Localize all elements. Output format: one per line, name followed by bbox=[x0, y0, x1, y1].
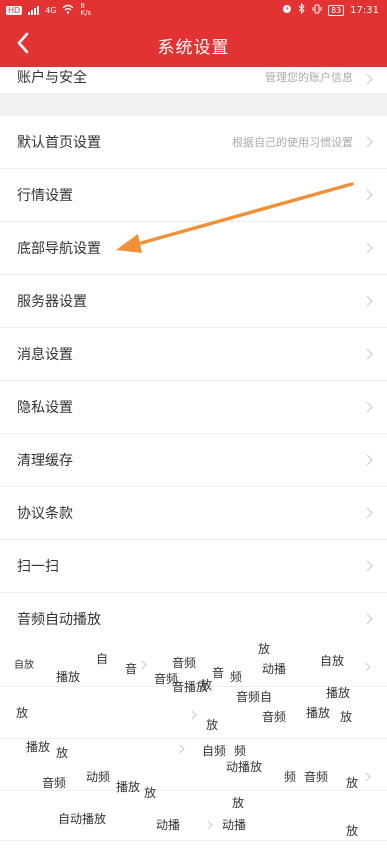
settings-item-label: 服务器设置 bbox=[17, 294, 87, 310]
chevron-right-icon bbox=[207, 820, 213, 830]
vibrate-icon bbox=[312, 4, 322, 17]
scattered-text: 放 bbox=[200, 678, 213, 692]
speed-label: 8 K/s bbox=[80, 2, 92, 17]
chevron-right-icon bbox=[191, 710, 197, 720]
nav-bar: 系统设置 bbox=[0, 20, 387, 67]
scattered-text: 放 bbox=[16, 706, 29, 720]
hd-label: HD bbox=[6, 5, 23, 15]
chevron-right-icon bbox=[365, 662, 371, 672]
chevron-right-icon bbox=[366, 189, 373, 201]
network-label: 4G bbox=[45, 5, 57, 15]
chevron-right-icon bbox=[365, 772, 371, 782]
settings-item-label: 消息设置 bbox=[17, 347, 73, 363]
scattered-text: 放 bbox=[144, 786, 157, 800]
scattered-text: 动播 bbox=[156, 818, 181, 832]
settings-item-scan[interactable]: 扫一扫 bbox=[0, 540, 387, 593]
chevron-right-icon bbox=[366, 613, 373, 625]
scattered-text: 播放 bbox=[326, 686, 351, 700]
settings-item-audio-autoplay[interactable]: 音频自动播放 bbox=[0, 593, 387, 646]
settings-item-clear-cache[interactable]: 清理缓存 bbox=[0, 434, 387, 487]
scattered-text: 频 bbox=[230, 670, 243, 684]
scattered-text: 放 bbox=[340, 710, 353, 724]
scattered-text: 频 bbox=[284, 770, 297, 784]
scattered-text: 音 bbox=[212, 666, 225, 680]
scattered-text: 音频 bbox=[262, 710, 287, 724]
chevron-right-icon bbox=[366, 507, 373, 519]
chevron-right-icon bbox=[366, 295, 373, 307]
scattered-text: 音频 bbox=[172, 656, 197, 670]
chevron-right-icon bbox=[179, 744, 185, 754]
settings-item-label: 清理缓存 bbox=[17, 453, 73, 469]
scattered-text: 频 bbox=[234, 744, 247, 758]
scattered-text: 放 bbox=[346, 776, 359, 790]
settings-item-label: 默认首页设置 bbox=[17, 135, 101, 151]
settings-item-hint: 管理您的账户信息 bbox=[265, 71, 353, 84]
settings-item-quotes[interactable]: 行情设置 bbox=[0, 169, 387, 222]
bluetooth-icon bbox=[298, 2, 306, 17]
scattered-text: 放 bbox=[258, 642, 271, 656]
scattered-text: 自频 bbox=[202, 744, 227, 758]
divider bbox=[0, 840, 387, 841]
chevron-right-icon bbox=[366, 560, 373, 572]
settings-item-label: 音频自动播放 bbox=[17, 612, 101, 628]
scattered-text: 音 bbox=[125, 662, 138, 676]
wifi-icon bbox=[62, 4, 74, 17]
scattered-text: 自动播放 bbox=[58, 812, 107, 826]
scattered-text: 音频自 bbox=[236, 690, 273, 704]
scattered-text: 音频 bbox=[304, 770, 329, 784]
scattered-text: 音频 bbox=[42, 776, 67, 790]
status-left: HD 4G 8 K/s bbox=[6, 3, 94, 17]
page-title: 系统设置 bbox=[157, 38, 230, 58]
scattered-text: 动播 bbox=[262, 662, 287, 676]
section-divider bbox=[0, 94, 387, 116]
settings-item-label: 扫一扫 bbox=[17, 559, 59, 575]
clock-time: 17:31 bbox=[350, 4, 379, 16]
scattered-text: 自放 bbox=[320, 654, 345, 668]
status-right: 83 17:31 bbox=[282, 2, 379, 17]
signal-icon bbox=[28, 5, 40, 15]
scattered-text: 动频 bbox=[86, 770, 111, 784]
chevron-right-icon bbox=[366, 348, 373, 360]
scattered-text-area: 自 自放 音 音频 放 动播 自放 播放 音频 音 频 音频自 播放 音播放 放… bbox=[0, 640, 387, 851]
settings-item-privacy[interactable]: 隐私设置 bbox=[0, 381, 387, 434]
chevron-right-icon bbox=[366, 454, 373, 466]
chevron-right-icon bbox=[141, 660, 147, 670]
scattered-text: 自放 bbox=[14, 660, 34, 671]
settings-item-label: 底部导航设置 bbox=[17, 241, 101, 257]
scattered-text: 放 bbox=[206, 718, 219, 732]
scattered-text: 放 bbox=[346, 824, 359, 838]
scattered-text: 播放 bbox=[116, 780, 141, 794]
chevron-right-icon bbox=[366, 136, 373, 148]
settings-item-bottom-nav[interactable]: 底部导航设置 bbox=[0, 222, 387, 275]
scattered-text: 播放 bbox=[306, 706, 331, 720]
chevron-right-icon bbox=[366, 242, 373, 254]
chevron-right-icon bbox=[366, 73, 373, 85]
settings-item-label: 账户与安全 bbox=[17, 70, 87, 86]
scattered-text: 放 bbox=[56, 746, 69, 760]
settings-list: 账户与安全 管理您的账户信息 默认首页设置 根据自己的使用习惯设置 行情设置 底… bbox=[0, 67, 387, 646]
settings-item-account[interactable]: 账户与安全 管理您的账户信息 bbox=[0, 67, 387, 94]
battery-icon: 83 bbox=[327, 4, 345, 16]
settings-item-label: 隐私设置 bbox=[17, 400, 73, 416]
scattered-text: 自 bbox=[96, 652, 109, 666]
status-bar: HD 4G 8 K/s 83 17:31 bbox=[0, 0, 387, 20]
scattered-text: 播放 bbox=[26, 740, 51, 754]
settings-item-terms[interactable]: 协议条款 bbox=[0, 487, 387, 540]
settings-item-label: 行情设置 bbox=[17, 188, 73, 204]
chevron-right-icon bbox=[366, 401, 373, 413]
settings-item-hint: 根据自己的使用习惯设置 bbox=[232, 136, 353, 149]
settings-item-messages[interactable]: 消息设置 bbox=[0, 328, 387, 381]
scattered-text: 动播 bbox=[222, 818, 247, 832]
scattered-text: 动播放 bbox=[226, 760, 263, 774]
scattered-text: 播放 bbox=[56, 670, 81, 684]
settings-item-label: 协议条款 bbox=[17, 506, 73, 522]
settings-item-server[interactable]: 服务器设置 bbox=[0, 275, 387, 328]
scattered-text: 放 bbox=[232, 796, 245, 810]
settings-item-home[interactable]: 默认首页设置 根据自己的使用习惯设置 bbox=[0, 116, 387, 169]
alarm-icon bbox=[282, 4, 292, 17]
divider bbox=[0, 738, 387, 739]
